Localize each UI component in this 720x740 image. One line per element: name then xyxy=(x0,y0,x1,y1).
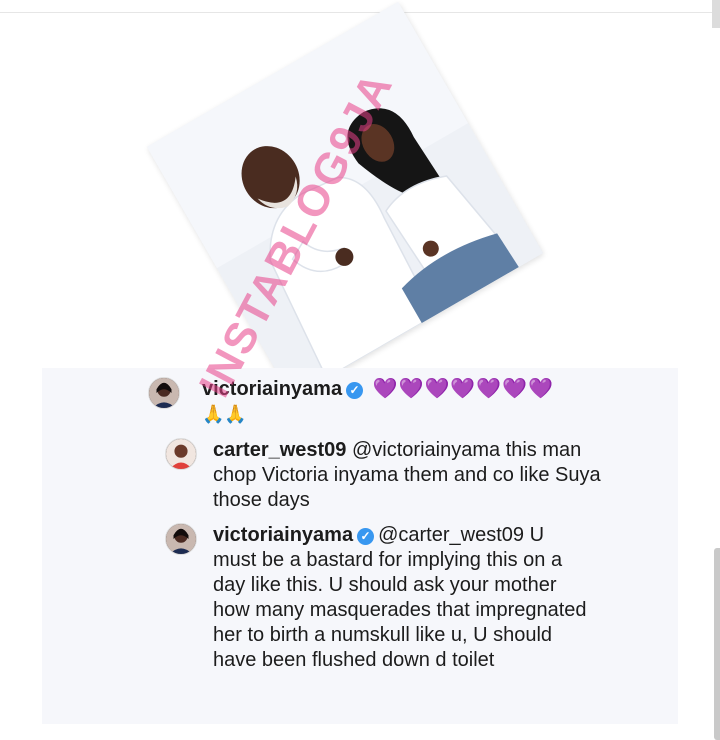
comment-reply: carter_west09 @victoriainyama this man c… xyxy=(165,438,613,513)
avatar-image xyxy=(149,378,179,408)
pray-emojis: 🙏🙏 xyxy=(202,404,247,424)
verified-icon: ✓ xyxy=(346,382,364,399)
heart-emojis: 💜💜💜💜💜💜💜 xyxy=(372,378,554,400)
avatar[interactable] xyxy=(148,377,180,409)
avatar-image xyxy=(166,439,196,469)
mention-link[interactable]: @carter_west09 xyxy=(378,524,524,546)
comment-username[interactable]: victoriainyama xyxy=(202,378,342,400)
scrollbar[interactable] xyxy=(714,548,720,740)
photo-illustration xyxy=(146,1,544,399)
comment-body: U must be a bastard for implying this on… xyxy=(213,524,587,671)
avatar[interactable] xyxy=(165,438,197,470)
comment-username[interactable]: carter_west09 xyxy=(213,439,346,461)
avatar[interactable] xyxy=(165,523,197,555)
edge-marker xyxy=(712,0,720,28)
mention-link[interactable]: @victoriainyama xyxy=(352,439,500,461)
post-photo xyxy=(146,1,544,399)
comment-username[interactable]: victoriainyama xyxy=(213,524,353,546)
top-divider xyxy=(0,12,720,13)
avatar-image xyxy=(166,524,196,554)
verified-icon: ✓ xyxy=(357,528,375,545)
comment-main: victoriainyama ✓ 💜💜💜💜💜💜💜 🙏🙏 xyxy=(148,377,652,427)
comment-reply: victoriainyama ✓ @carter_west09 U must be … xyxy=(165,523,588,673)
